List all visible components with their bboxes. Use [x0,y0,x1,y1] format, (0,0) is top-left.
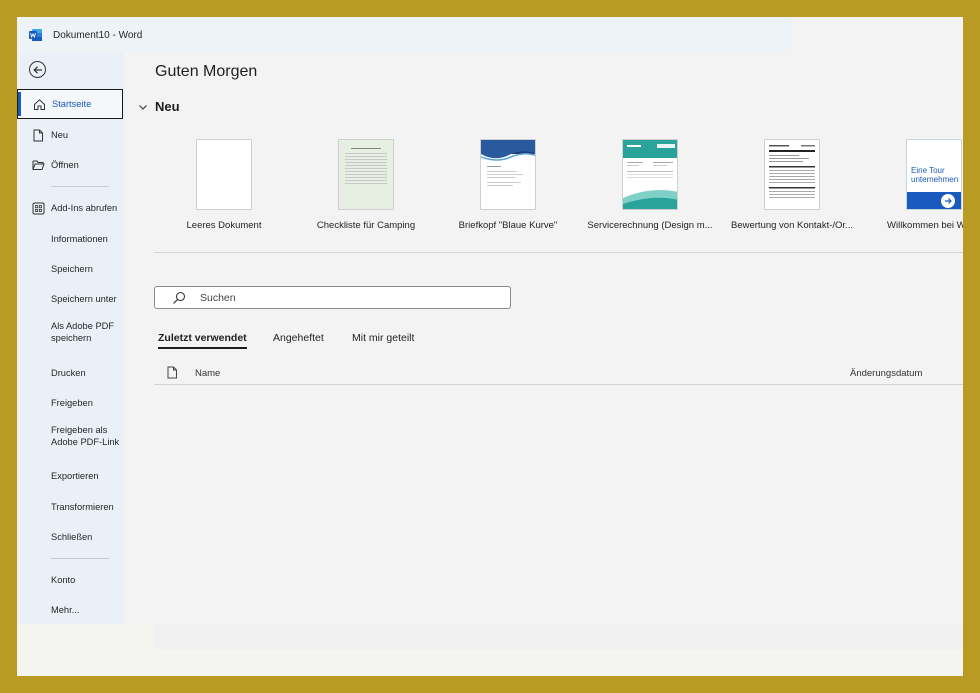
page-title: Guten Morgen [155,63,258,80]
tab-zuletzt-verwendet[interactable]: Zuletzt verwendet [158,332,247,349]
sidebar-item-label: Transformieren [51,502,114,512]
sidebar-item-startseite[interactable]: Startseite [17,89,123,119]
sidebar-item-label: Startseite [52,99,92,109]
template-thumbnail: Eine Tour unternehmen [906,139,962,210]
column-header-modified-date[interactable]: Änderungsdatum [850,368,922,379]
column-header-name[interactable]: Name [195,368,220,379]
chevron-down-icon [139,104,147,110]
file-type-icon [167,366,177,379]
sidebar-divider [51,186,109,187]
search-box[interactable] [154,286,511,309]
template-thumbnail [196,139,252,210]
tab-angeheftet[interactable]: Angeheftet [273,332,324,344]
template-thumbnail [338,139,394,210]
sidebar-item-informationen[interactable]: Informationen [17,228,124,250]
sidebar-item-label: Öffnen [51,160,79,170]
tab-mit-mir-geteilt[interactable]: Mit mir geteilt [352,332,414,344]
template-caption: Servicerechnung (Design m... [587,220,713,231]
sidebar-item-konto[interactable]: Konto [17,569,124,591]
title-bar: Dokument10 - Word [17,17,790,53]
template-thumbnail [480,139,536,210]
sidebar-item-transformieren[interactable]: Transformieren [17,496,124,518]
sidebar-item-label: Speichern unter [51,294,117,304]
word-app-icon [29,29,42,41]
sidebar-item-speichern-unter[interactable]: Speichern unter [17,288,124,310]
back-button[interactable] [29,61,46,78]
sidebar-item-mehr[interactable]: Mehr... [17,599,124,621]
sidebar-item-label: Informationen [51,234,108,244]
sidebar-item-adobe-pdf-link[interactable]: Freigeben als Adobe PDF-Link [17,421,124,451]
section-divider [154,252,963,253]
sidebar-item-exportieren[interactable]: Exportieren [17,465,124,487]
sidebar-item-neu[interactable]: Neu [17,124,124,146]
sidebar-item-add-ins[interactable]: Add-Ins abrufen [17,197,124,219]
file-list-header: Name Änderungsdatum [154,364,963,385]
sidebar-item-freigeben[interactable]: Freigeben [17,392,124,414]
sidebar-item-label: Neu [51,130,69,140]
search-icon [173,291,186,304]
template-caption: Leeres Dokument [186,220,262,231]
new-document-icon [31,128,45,142]
template-contact-evaluation[interactable]: Bewertung von Kontakt-/Or... [722,139,862,239]
template-service-invoice[interactable]: Servicerechnung (Design m... [580,139,720,239]
template-caption: Briefkopf "Blaue Kurve" [458,220,558,231]
bottom-area-inner [154,624,963,649]
sidebar-item-label: Schließen [51,532,93,542]
sidebar-item-label: Konto [51,575,76,585]
template-thumbnail [622,139,678,210]
arrow-right-icon [941,194,955,208]
home-icon [32,97,46,111]
arrow-left-icon [32,65,42,74]
template-caption: Checkliste für Camping [316,220,416,231]
word-window: Dokument10 - Word Startseite Neu Öffnen [17,17,963,676]
template-blue-curve-letterhead[interactable]: Briefkopf "Blaue Kurve" [438,139,578,239]
sidebar-item-label: Exportieren [51,471,99,481]
sidebar-item-label: Als Adobe PDF speichern [51,321,115,343]
template-thumbnail [764,139,820,210]
sidebar-item-label: Add-Ins abrufen [51,203,118,213]
template-blank-document[interactable]: Leeres Dokument [154,139,294,239]
template-caption: Willkommen bei W [887,220,963,231]
window-title: Dokument10 - Word [53,30,143,41]
sidebar-divider [51,558,109,559]
sidebar-item-drucken[interactable]: Drucken [17,362,124,384]
folder-open-icon [31,158,45,172]
sidebar-item-oeffnen[interactable]: Öffnen [17,154,124,176]
sidebar-item-label: Mehr... [51,605,80,615]
sidebar-item-label: Speichern [51,264,93,274]
add-ins-icon [31,201,45,215]
sidebar-item-schliessen[interactable]: Schließen [17,526,124,548]
template-welcome-tour[interactable]: Eine Tour unternehmen Willkommen bei W [864,139,963,239]
welcome-thumb-text: Eine Tour unternehmen [911,166,959,184]
new-section-toggle[interactable]: Neu [137,99,180,114]
template-caption: Bewertung von Kontakt-/Or... [731,220,853,231]
sidebar-item-speichern[interactable]: Speichern [17,258,124,280]
sidebar-item-adobe-pdf-speichern[interactable]: Als Adobe PDF speichern [17,317,124,347]
template-camping-checklist[interactable]: Checkliste für Camping [296,139,436,239]
backstage-sidebar: Startseite Neu Öffnen Add-Ins abrufen In… [17,53,124,624]
search-input[interactable] [200,290,500,306]
sidebar-item-label: Freigeben als Adobe PDF-Link [51,425,120,447]
sidebar-item-label: Freigeben [51,398,93,408]
title-bar-right [790,17,963,53]
new-section-heading: Neu [155,99,180,114]
sidebar-item-label: Drucken [51,368,86,378]
